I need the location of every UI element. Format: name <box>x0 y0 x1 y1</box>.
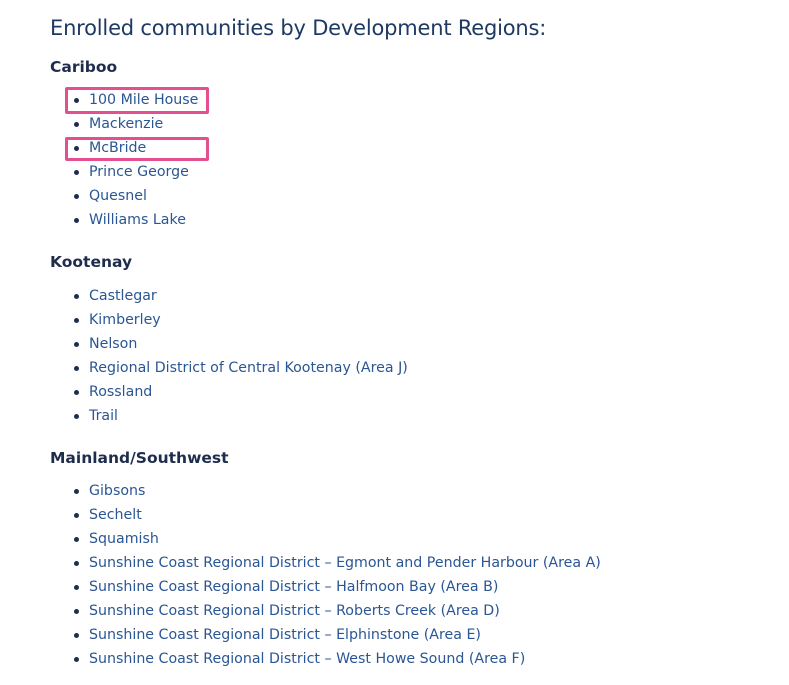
bullet-icon <box>74 609 79 614</box>
list-item: Sunshine Coast Regional District – Egmon… <box>0 551 601 575</box>
bullet-icon <box>74 122 79 127</box>
region-heading-kootenay: Kootenay <box>50 253 133 271</box>
list-item: Castlegar <box>0 284 408 308</box>
community-link-scrd-area-d[interactable]: Sunshine Coast Regional District – Rober… <box>89 603 500 619</box>
community-link-trail[interactable]: Trail <box>89 408 118 424</box>
bullet-icon <box>74 294 79 299</box>
bullet-icon <box>74 414 79 419</box>
list-item: Kimberley <box>0 308 408 332</box>
community-link-mackenzie[interactable]: Mackenzie <box>89 116 163 132</box>
community-link-quesnel[interactable]: Quesnel <box>89 188 147 204</box>
community-link-rdck-area-j[interactable]: Regional District of Central Kootenay (A… <box>89 360 408 376</box>
list-item: Gibsons <box>0 479 601 503</box>
bullet-icon <box>74 633 79 638</box>
community-list-cariboo: 100 Mile House Mackenzie McBride Prince … <box>0 88 198 232</box>
community-list-kootenay: Castlegar Kimberley Nelson Regional Dist… <box>0 284 408 428</box>
page-title: Enrolled communities by Development Regi… <box>50 16 547 40</box>
region-heading-cariboo: Cariboo <box>50 58 118 76</box>
list-item: Mackenzie <box>0 112 198 136</box>
community-link-100-mile-house[interactable]: 100 Mile House <box>89 92 198 108</box>
bullet-icon <box>74 170 79 175</box>
bullet-icon <box>74 342 79 347</box>
list-item: 100 Mile House <box>0 88 198 112</box>
community-link-castlegar[interactable]: Castlegar <box>89 288 157 304</box>
community-link-mcbride[interactable]: McBride <box>89 140 146 156</box>
list-item: Regional District of Central Kootenay (A… <box>0 356 408 380</box>
list-item: Prince George <box>0 160 198 184</box>
list-item: Sunshine Coast Regional District – Elphi… <box>0 623 601 647</box>
bullet-icon <box>74 218 79 223</box>
community-link-nelson[interactable]: Nelson <box>89 336 137 352</box>
community-link-kimberley[interactable]: Kimberley <box>89 312 161 328</box>
list-item: Quesnel <box>0 184 198 208</box>
community-link-gibsons[interactable]: Gibsons <box>89 483 145 499</box>
bullet-icon <box>74 561 79 566</box>
list-item: Sechelt <box>0 503 601 527</box>
bullet-icon <box>74 390 79 395</box>
list-item: Trail <box>0 404 408 428</box>
bullet-icon <box>74 489 79 494</box>
list-item: Williams Lake <box>0 208 198 232</box>
bullet-icon <box>74 513 79 518</box>
community-link-prince-george[interactable]: Prince George <box>89 164 189 180</box>
bullet-icon <box>74 98 79 103</box>
community-link-scrd-area-a[interactable]: Sunshine Coast Regional District – Egmon… <box>89 555 601 571</box>
community-link-rossland[interactable]: Rossland <box>89 384 152 400</box>
community-link-squamish[interactable]: Squamish <box>89 531 159 547</box>
bullet-icon <box>74 318 79 323</box>
community-link-scrd-area-f[interactable]: Sunshine Coast Regional District – West … <box>89 651 525 667</box>
community-list-mainland-southwest: Gibsons Sechelt Squamish Sunshine Coast … <box>0 479 601 671</box>
community-link-williams-lake[interactable]: Williams Lake <box>89 212 186 228</box>
bullet-icon <box>74 194 79 199</box>
list-item: Sunshine Coast Regional District – Halfm… <box>0 575 601 599</box>
community-link-scrd-area-e[interactable]: Sunshine Coast Regional District – Elphi… <box>89 627 481 643</box>
list-item: Squamish <box>0 527 601 551</box>
region-heading-mainland-southwest: Mainland/Southwest <box>50 449 229 467</box>
bullet-icon <box>74 657 79 662</box>
bullet-icon <box>74 146 79 151</box>
community-link-scrd-area-b[interactable]: Sunshine Coast Regional District – Halfm… <box>89 579 498 595</box>
list-item: Sunshine Coast Regional District – Rober… <box>0 599 601 623</box>
list-item: Nelson <box>0 332 408 356</box>
community-link-sechelt[interactable]: Sechelt <box>89 507 142 523</box>
list-item: Sunshine Coast Regional District – West … <box>0 647 601 671</box>
list-item: Rossland <box>0 380 408 404</box>
bullet-icon <box>74 537 79 542</box>
list-item: McBride <box>0 136 198 160</box>
bullet-icon <box>74 585 79 590</box>
bullet-icon <box>74 366 79 371</box>
